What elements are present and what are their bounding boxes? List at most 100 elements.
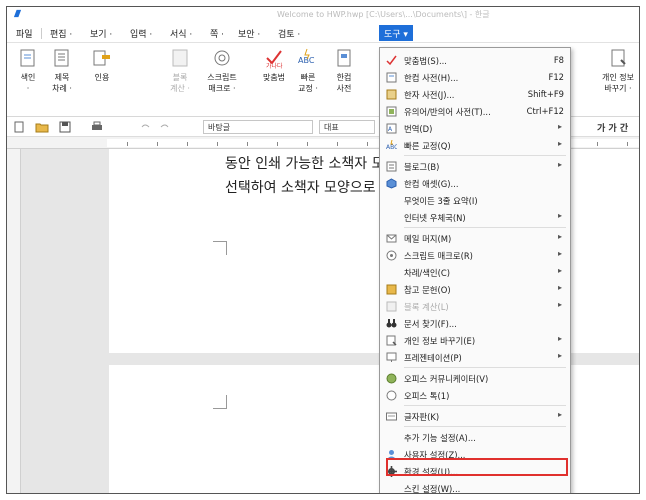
svg-text:가나다: 가나다 bbox=[266, 62, 283, 69]
hanja-icon bbox=[386, 89, 397, 100]
menu-item-label: 유의어/반의어 사전(T)... bbox=[404, 107, 491, 117]
ruler-tick bbox=[157, 142, 158, 146]
hancom-dictionary-button[interactable]: 한컴 사전 bbox=[325, 47, 363, 94]
ruler-tick bbox=[597, 142, 598, 146]
submenu-arrow-icon: ▸ bbox=[557, 139, 562, 148]
index-button[interactable]: 색인 · bbox=[9, 47, 47, 94]
menu-item-skin-settings[interactable]: 스킨 설정(W)... bbox=[380, 480, 570, 493]
menu-review[interactable]: 검토 · bbox=[275, 27, 303, 41]
menu-item-addon-settings[interactable]: 추가 기능 설정(A)... bbox=[380, 429, 570, 446]
menu-item-hancom-dictionary[interactable]: 한컴 사전(H)... F12 bbox=[380, 69, 570, 86]
char-style-buttons[interactable]: 가 가 간 bbox=[597, 121, 628, 134]
ruler-tick bbox=[127, 142, 128, 146]
quick-correct-icon: ABC bbox=[386, 140, 397, 151]
ribbon-label-2: 계산 · bbox=[170, 84, 190, 93]
menu-item-label: 빠른 교정(Q) bbox=[404, 141, 451, 151]
submenu-arrow-icon: ▸ bbox=[557, 249, 562, 258]
submenu-arrow-icon: ▸ bbox=[557, 410, 562, 419]
menu-item-label: 스크립트 매크로(R) bbox=[404, 251, 473, 261]
undo-icon[interactable] bbox=[139, 121, 151, 133]
script-macro-button[interactable]: 스크립트 매크로 · bbox=[203, 47, 241, 94]
translate-icon: A bbox=[386, 123, 397, 134]
menu-item-quick-correct[interactable]: ABC 빠른 교정(Q) ▸ bbox=[380, 137, 570, 154]
svg-text:ABC: ABC bbox=[298, 56, 315, 65]
app-window: Welcome to HWP.hwp [C:\Users\...\Documen… bbox=[6, 6, 640, 494]
menu-separator bbox=[41, 28, 42, 39]
menu-item-label: 프레젠테이션(P) bbox=[404, 353, 462, 363]
menu-separator bbox=[404, 426, 566, 427]
menu-item-mail-merge[interactable]: 메일 머지(M) ▸ bbox=[380, 230, 570, 247]
menu-item-spellcheck[interactable]: 맞춤법(S)... F8 bbox=[380, 52, 570, 69]
privacy-icon bbox=[386, 335, 397, 346]
talk-icon bbox=[386, 390, 397, 401]
menu-format[interactable]: 서식 · bbox=[167, 27, 195, 41]
menu-item-label: 한컴 애셋(G)... bbox=[404, 179, 459, 189]
redo-icon[interactable] bbox=[159, 121, 171, 133]
menu-insert[interactable]: 입력 · bbox=[127, 27, 155, 41]
open-folder-icon[interactable] bbox=[35, 121, 49, 133]
menu-item-block-calc[interactable]: 블록 계산(L) ▸ bbox=[380, 298, 570, 315]
menu-item-blog[interactable]: 블로그(B) ▸ bbox=[380, 158, 570, 175]
menu-item-privacy[interactable]: 개인 정보 바꾸기(E) ▸ bbox=[380, 332, 570, 349]
mail-icon bbox=[386, 234, 397, 243]
ribbon-label-2: 사전 bbox=[336, 84, 352, 93]
menu-item-office-talk[interactable]: 오피스 톡(1) bbox=[380, 387, 570, 404]
menu-security[interactable]: 보안 · bbox=[235, 27, 263, 41]
new-document-icon[interactable] bbox=[13, 121, 25, 133]
menu-item-toc-index[interactable]: 차례/색인(C) ▸ bbox=[380, 264, 570, 281]
ribbon-label: 제목 bbox=[54, 73, 70, 82]
ribbon-label-2: · bbox=[26, 84, 30, 93]
menu-item-office-communicator[interactable]: 오피스 커뮤니케이터(V) bbox=[380, 370, 570, 387]
index-icon bbox=[20, 49, 35, 67]
citation-button[interactable]: 인용 bbox=[83, 47, 121, 83]
privacy-button[interactable]: 개인 정보 바꾸기 · bbox=[599, 47, 637, 94]
quick-correct-button[interactable]: ABC 빠른 교정 · bbox=[289, 47, 327, 94]
toc-button[interactable]: 제목 차례 · bbox=[43, 47, 81, 94]
menu-item-hanja-dictionary[interactable]: 한자 사전(J)... Shift+F9 bbox=[380, 86, 570, 103]
svg-text:ABC: ABC bbox=[386, 144, 397, 151]
menu-item-thesaurus[interactable]: 유의어/반의어 사전(T)... Ctrl+F12 bbox=[380, 103, 570, 120]
menu-item-translate[interactable]: A 번역(D) ▸ bbox=[380, 120, 570, 137]
ribbon-label-2: 차례 · bbox=[52, 84, 72, 93]
style-select[interactable]: 바탕글 bbox=[203, 120, 313, 134]
app-logo-icon bbox=[13, 9, 22, 18]
menu-edit[interactable]: 편집 · bbox=[47, 27, 75, 41]
menu-item-label: 한컴 사전(H)... bbox=[404, 73, 459, 83]
menu-view[interactable]: 보기 · bbox=[87, 27, 115, 41]
menu-item-find-document[interactable]: 문서 찾기(F)... bbox=[380, 315, 570, 332]
ruler-tick bbox=[217, 142, 218, 146]
menu-tools[interactable]: 도구 ▾ bbox=[379, 25, 413, 41]
menu-item-script-macro[interactable]: 스크립트 매크로(R) ▸ bbox=[380, 247, 570, 264]
ribbon-label-2: 바꾸기 · bbox=[604, 84, 632, 93]
menu-item-keyboard[interactable]: 글자판(K) ▸ bbox=[380, 408, 570, 425]
menu-page[interactable]: 쪽 · bbox=[207, 27, 227, 41]
submenu-arrow-icon: ▸ bbox=[557, 351, 562, 360]
menu-item-label: 문서 찾기(F)... bbox=[404, 319, 457, 329]
menu-item-references[interactable]: 참고 문헌(O) ▸ bbox=[380, 281, 570, 298]
menu-item-summary[interactable]: 무엇이든 3줄 요약(I) bbox=[380, 192, 570, 209]
save-icon[interactable] bbox=[59, 121, 71, 133]
spellcheck-icon: 가나다 bbox=[266, 50, 283, 70]
ruler-tick bbox=[307, 142, 308, 146]
margin-corner-mark bbox=[213, 241, 227, 255]
block-calc-button[interactable]: 블록 계산 · bbox=[161, 47, 199, 94]
menu-item-shortcut: F8 bbox=[553, 55, 564, 65]
menu-item-hancom-asset[interactable]: 한컴 애셋(G)... bbox=[380, 175, 570, 192]
spellcheck-button[interactable]: 가나다 맞춤법 bbox=[255, 47, 293, 83]
menu-separator bbox=[404, 367, 566, 368]
menu-item-internet-post[interactable]: 인터넷 우체국(N) ▸ bbox=[380, 209, 570, 226]
submenu-arrow-icon: ▸ bbox=[557, 232, 562, 241]
ribbon-label: 블록 bbox=[172, 73, 188, 82]
reference-icon bbox=[386, 284, 397, 295]
print-icon[interactable] bbox=[91, 121, 103, 133]
menu-item-label: 번역(D) bbox=[404, 124, 433, 134]
menu-item-presentation[interactable]: 프레젠테이션(P) ▸ bbox=[380, 349, 570, 366]
ribbon-label: 색인 bbox=[20, 73, 36, 82]
ribbon-label: 한컴 bbox=[336, 73, 352, 82]
menu-separator bbox=[404, 405, 566, 406]
submenu-arrow-icon: ▸ bbox=[557, 211, 562, 220]
menu-file[interactable]: 파일 bbox=[13, 27, 36, 41]
outline-select[interactable]: 대표 bbox=[319, 120, 375, 134]
ribbon-label-2: 매크로 · bbox=[208, 84, 236, 93]
ribbon-label: 개인 정보 bbox=[602, 73, 634, 82]
